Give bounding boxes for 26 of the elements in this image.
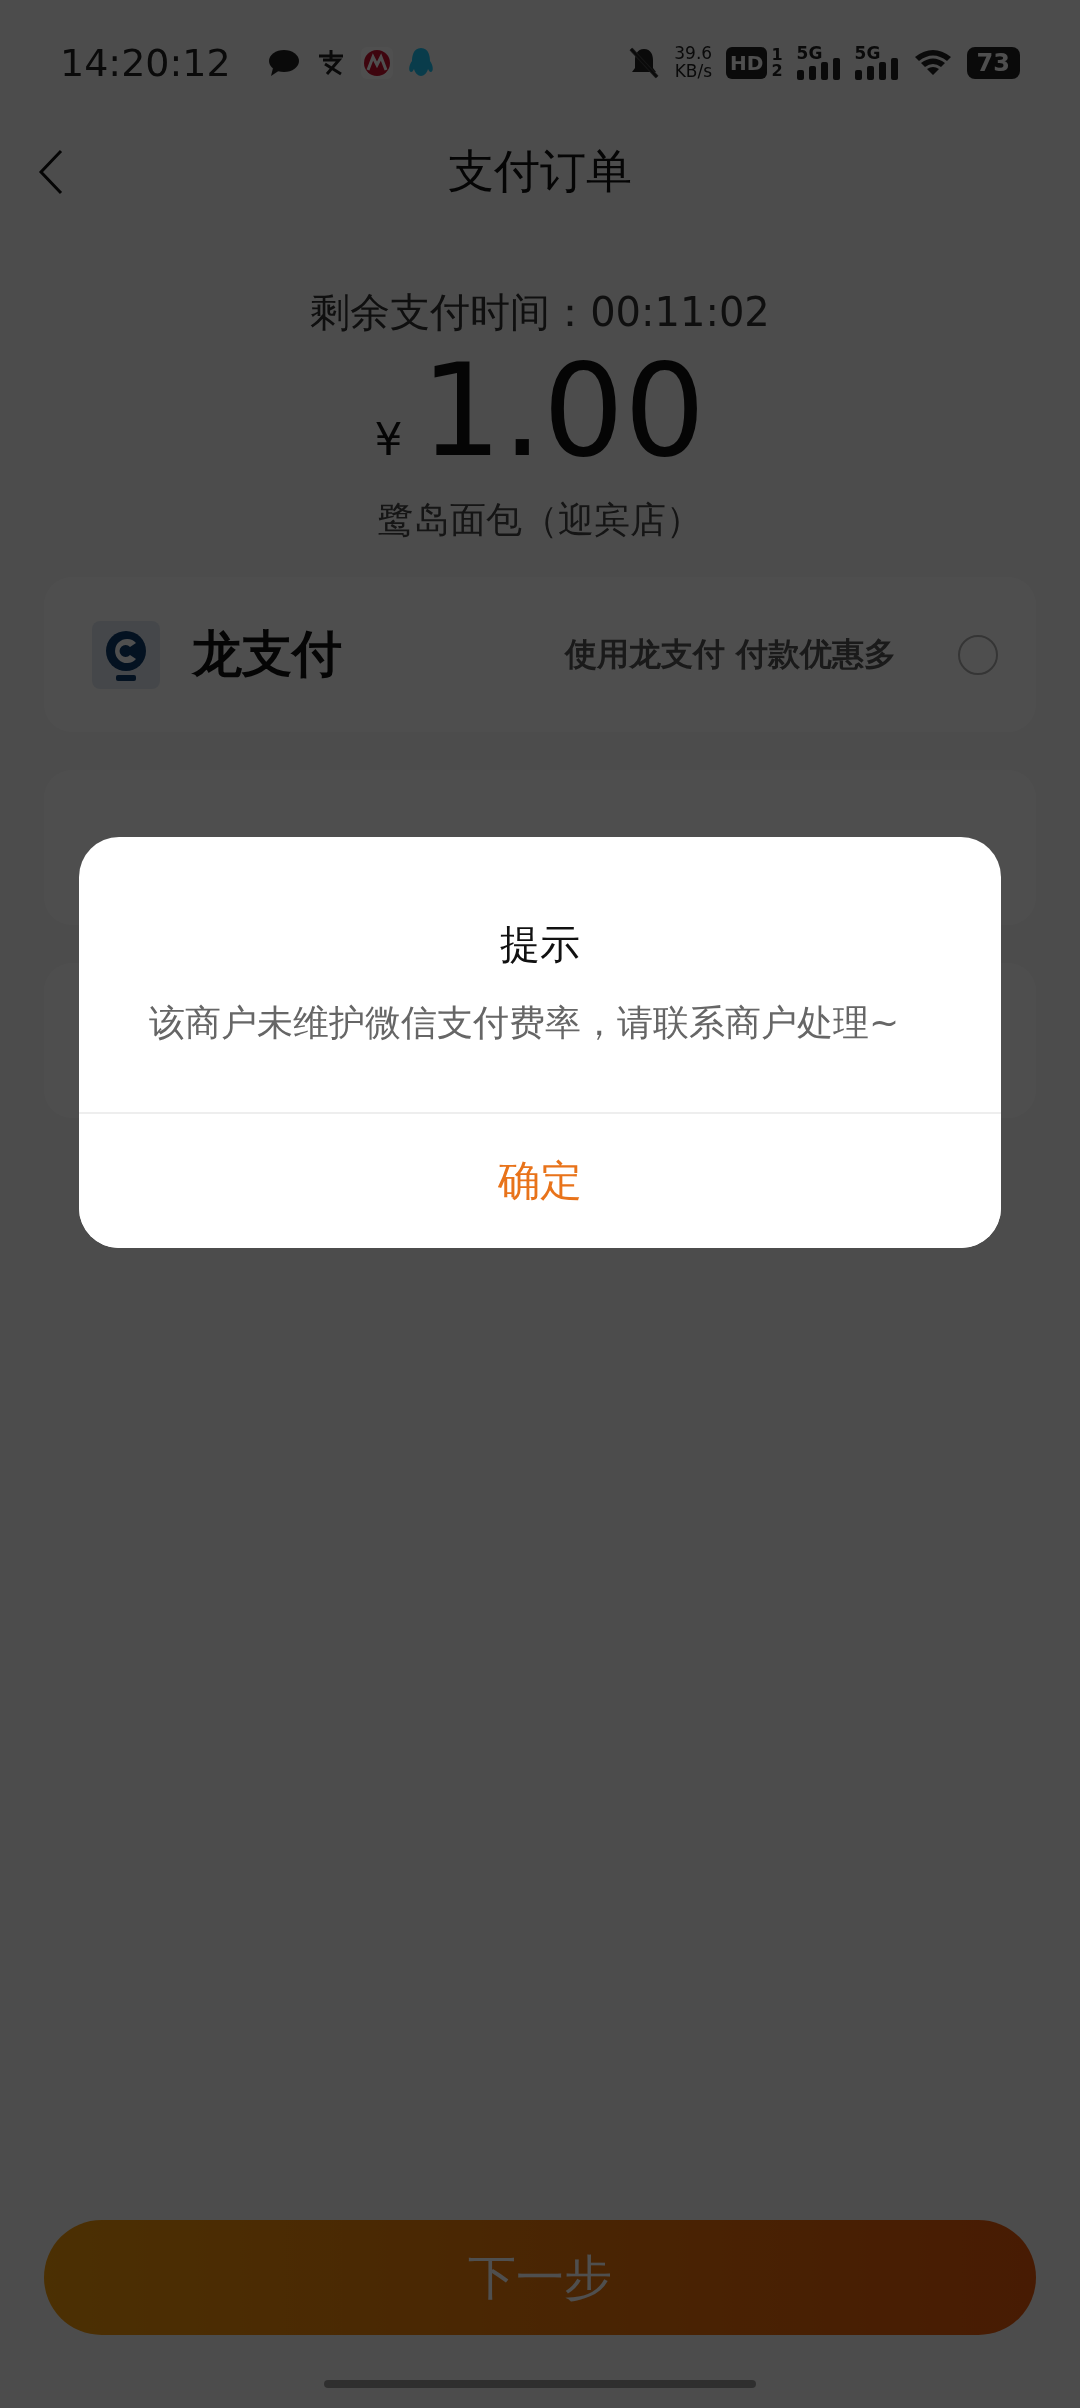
sim-number: 1 (771, 46, 783, 63)
confirm-button[interactable]: 确定 (79, 1111, 1001, 1248)
dialog-title: 提示 (499, 920, 581, 969)
network-type: 5G (854, 45, 881, 62)
amount-value: 1.00 (420, 344, 706, 479)
hd-badge: HD (726, 46, 768, 79)
radio-button[interactable] (958, 634, 998, 675)
back-icon[interactable] (38, 149, 64, 195)
next-button[interactable]: 下一步 (44, 2220, 1036, 2335)
currency-sign: ¥ (374, 414, 403, 465)
chat-bubble-icon (266, 47, 301, 78)
net-speed: 39.6 (674, 44, 713, 63)
page-title: 支付订单 (448, 143, 632, 200)
signal-icon (854, 58, 899, 80)
penguin-icon (406, 46, 435, 79)
net-unit: KB/s (674, 62, 713, 81)
dialog-message: 该商户未维护微信支付费率，请联系商户处理~ (148, 1001, 901, 1045)
status-time: 14:20:12 (60, 40, 231, 85)
payment-name: 龙支付 (192, 624, 343, 686)
network-type: 5G (796, 45, 823, 62)
sim-number: 2 (771, 62, 783, 79)
countdown-text: 剩余支付时间：00:11:02 (310, 288, 770, 337)
bell-muted-icon (628, 45, 661, 80)
pay-logo-icon (92, 620, 160, 689)
signal-icon (796, 58, 841, 80)
battery-level: 73 (966, 46, 1020, 79)
